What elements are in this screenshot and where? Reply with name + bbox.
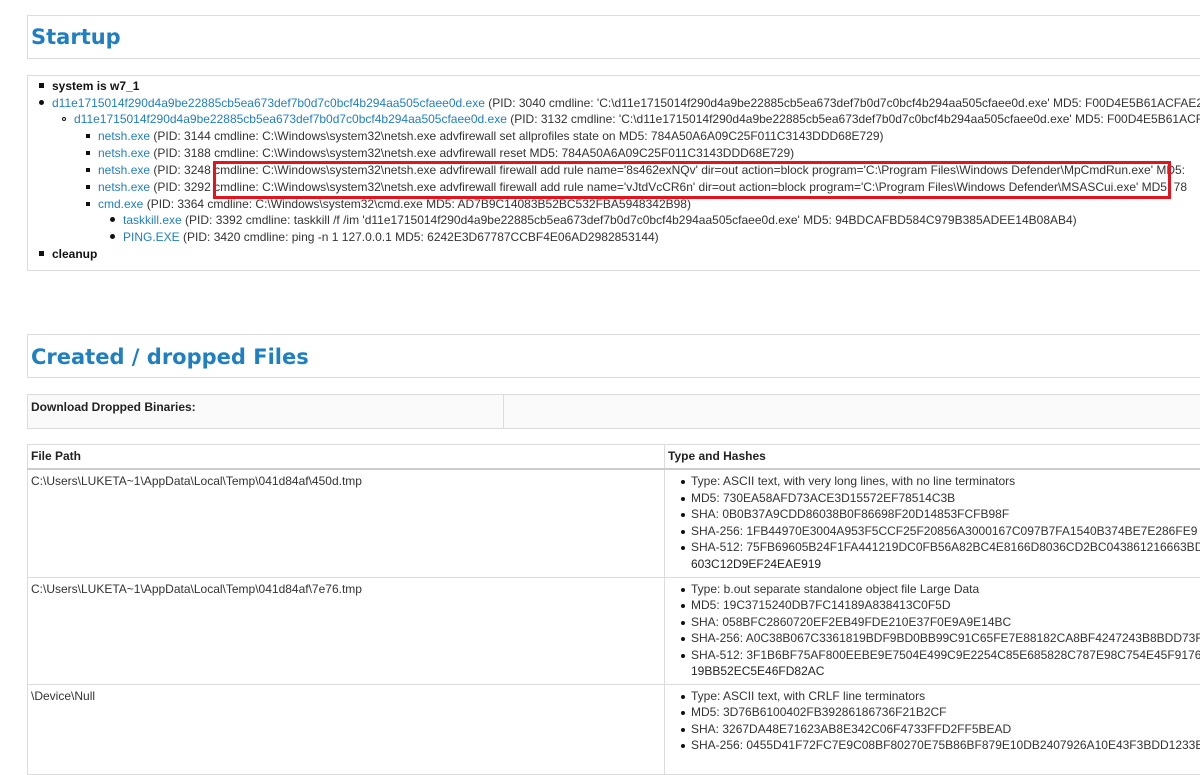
process-link[interactable]: d11e1715014f290d4a9be22885cb5ea673def7b0… <box>74 112 507 126</box>
file-sha512-continued: 603C12D9EF24EAE919 <box>665 556 1200 572</box>
process-link[interactable]: netsh.exe <box>98 129 150 143</box>
table-row: C:\Users\LUKETA~1\AppData\Local\Temp\041… <box>28 469 1200 577</box>
process-link[interactable]: netsh.exe <box>98 163 150 177</box>
process-item: cmd.exe (PID: 3364 cmdline: C:\Windows\s… <box>86 197 691 212</box>
process-detail: (PID: 3132 cmdline: 'C:\d11e1715014f290d… <box>507 112 1200 126</box>
square-bullet-icon <box>86 202 90 206</box>
process-item: d11e1715014f290d4a9be22885cb5ea673def7b0… <box>39 96 1200 111</box>
disc-bullet-icon <box>110 234 115 239</box>
table-row: \Device\Null Type: ASCII text, with CRLF… <box>28 684 1200 774</box>
process-item: netsh.exe (PID: 3188 cmdline: C:\Windows… <box>86 146 794 161</box>
file-md5: MD5: 3D76B6100402FB39286186736F21B2CF <box>681 704 1200 721</box>
column-header-file-path: File Path <box>28 445 665 470</box>
dropped-files-table: File Path Type and Hashes C:\Users\LUKET… <box>27 444 1200 775</box>
process-link[interactable]: taskkill.exe <box>123 213 182 227</box>
cleanup-label: cleanup <box>52 247 97 261</box>
file-type: Type: ASCII text, with very long lines, … <box>681 473 1200 490</box>
startup-section-header: Startup <box>27 15 1200 59</box>
square-bullet-icon <box>86 185 90 189</box>
process-link[interactable]: cmd.exe <box>98 197 143 211</box>
process-item: taskkill.exe (PID: 3392 cmdline: taskkil… <box>110 213 1077 228</box>
process-item: PING.EXE (PID: 3420 cmdline: ping -n 1 1… <box>110 230 659 245</box>
process-detail: (PID: 3144 cmdline: C:\Windows\system32\… <box>150 129 883 143</box>
file-sha: SHA: 0B0B37A9CDD86038B0F86698F20D14853FC… <box>681 506 1200 523</box>
square-bullet-icon <box>86 151 90 155</box>
file-path: \Device\Null <box>28 684 665 774</box>
process-detail: (PID: 3420 cmdline: ping -n 1 127.0.0.1 … <box>180 230 659 244</box>
cleanup-item: cleanup <box>39 247 97 262</box>
process-detail: (PID: 3040 cmdline: 'C:\d11e1715014f290d… <box>485 96 1200 110</box>
process-item: d11e1715014f290d4a9be22885cb5ea673def7b0… <box>62 112 1200 127</box>
process-detail: (PID: 3392 cmdline: taskkill /f /im 'd11… <box>182 213 1077 227</box>
table-header-row: File Path Type and Hashes <box>28 445 1200 470</box>
process-detail: (PID: 3248 cmdline: C:\Windows\system32\… <box>150 163 1185 177</box>
disc-bullet-icon <box>39 100 44 105</box>
process-link[interactable]: PING.EXE <box>123 230 180 244</box>
file-sha: SHA: 3267DA48E71623AB8E342C06F4733FFD2FF… <box>681 721 1200 738</box>
file-path: C:\Users\LUKETA~1\AppData\Local\Temp\041… <box>28 577 665 684</box>
system-item: system is w7_1 <box>39 79 139 94</box>
file-sha256: SHA-256: 0455D41F72FC7E9C08BF80270E75B86… <box>681 737 1200 754</box>
file-md5: MD5: 730EA58AFD73ACE3D15572EF78514C3B <box>681 490 1200 507</box>
download-dropped-binaries: Download Dropped Binaries: <box>27 394 1200 429</box>
column-header-type-hashes: Type and Hashes <box>665 445 1200 470</box>
hashes-cell: Type: ASCII text, with CRLF line termina… <box>665 684 1200 774</box>
process-item: netsh.exe (PID: 3248 cmdline: C:\Windows… <box>86 163 1185 178</box>
file-sha256: SHA-256: A0C38B067C3361819BDF9BD0BB99C91… <box>681 630 1200 647</box>
square-bullet-icon <box>86 168 90 172</box>
process-detail: (PID: 3364 cmdline: C:\Windows\system32\… <box>143 197 691 211</box>
file-path: C:\Users\LUKETA~1\AppData\Local\Temp\041… <box>28 469 665 577</box>
process-item: netsh.exe (PID: 3144 cmdline: C:\Windows… <box>86 129 884 144</box>
hashes-cell: Type: b.out separate standalone object f… <box>665 577 1200 684</box>
process-link[interactable]: d11e1715014f290d4a9be22885cb5ea673def7b0… <box>52 96 485 110</box>
file-sha: SHA: 058BFC2860720EF2EB49FDE210E37F0E9A9… <box>681 614 1200 631</box>
process-item: netsh.exe (PID: 3292 cmdline: C:\Windows… <box>86 180 1187 195</box>
dropped-title: Created / dropped Files <box>28 335 1200 379</box>
file-md5: MD5: 19C3715240DB7FC14189A838413C0F5D <box>681 597 1200 614</box>
dropped-section-header: Created / dropped Files <box>27 334 1200 378</box>
square-bullet-icon <box>86 134 90 138</box>
startup-title: Startup <box>28 16 1200 58</box>
process-link[interactable]: netsh.exe <box>98 180 150 194</box>
system-label: system is w7_1 <box>52 79 139 93</box>
disc-bullet-icon <box>110 217 115 222</box>
process-detail: (PID: 3188 cmdline: C:\Windows\system32\… <box>150 146 794 160</box>
file-type: Type: ASCII text, with CRLF line termina… <box>681 688 1200 705</box>
download-label-cell: Download Dropped Binaries: <box>28 395 504 428</box>
file-sha256: SHA-256: 1FB44970E3004A953F5CCF25F20856A… <box>681 523 1200 540</box>
download-label: Download Dropped Binaries: <box>31 400 196 414</box>
process-detail: (PID: 3292 cmdline: C:\Windows\system32\… <box>150 180 1187 194</box>
file-sha512: SHA-512: 3F1B6BF75AF800EEBE9E7504E499C9E… <box>681 647 1200 664</box>
file-type: Type: b.out separate standalone object f… <box>681 581 1200 598</box>
table-row: C:\Users\LUKETA~1\AppData\Local\Temp\041… <box>28 577 1200 684</box>
square-bullet-icon <box>39 83 44 88</box>
hashes-cell: Type: ASCII text, with very long lines, … <box>665 469 1200 577</box>
file-sha512: SHA-512: 75FB69605B24F1FA441219DC0FB56A8… <box>681 539 1200 556</box>
circle-bullet-icon <box>62 117 66 121</box>
square-bullet-icon <box>39 251 44 256</box>
file-sha512-continued: 19BB52EC5E46FD82AC <box>665 663 1200 679</box>
process-link[interactable]: netsh.exe <box>98 146 150 160</box>
